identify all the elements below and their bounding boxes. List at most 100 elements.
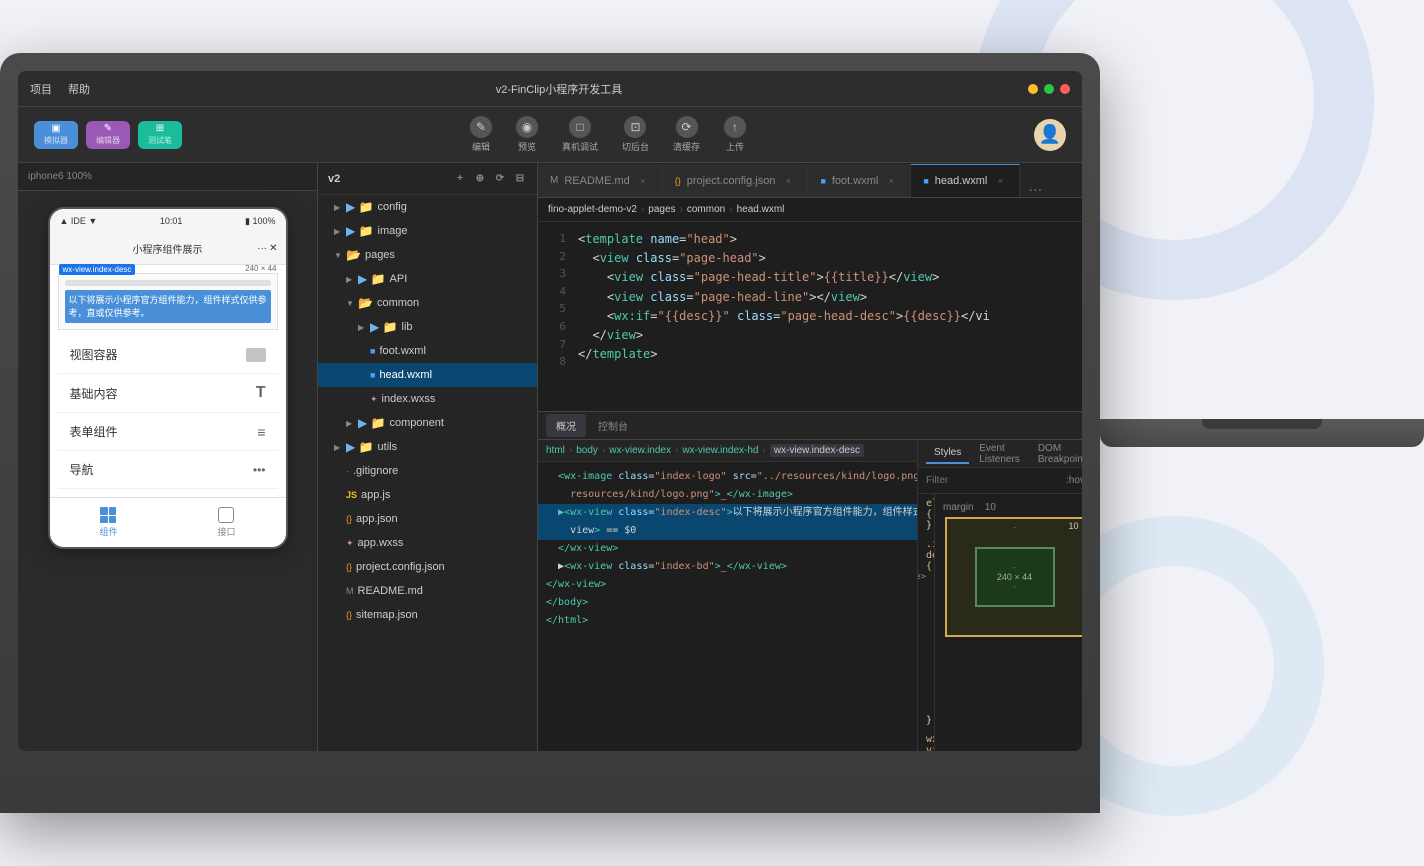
- minimize-button[interactable]: [1028, 84, 1038, 94]
- tree-common[interactable]: 📂 common: [318, 291, 537, 315]
- tree-pages[interactable]: 📂 pages: [318, 243, 537, 267]
- tree-app-js[interactable]: JS app.js: [318, 483, 537, 507]
- head-tab-close[interactable]: ×: [993, 174, 1007, 188]
- new-file-button[interactable]: +: [453, 172, 467, 186]
- test-button[interactable]: ⊞ 测试笔: [138, 121, 182, 149]
- collapse-button[interactable]: ⊟: [513, 172, 527, 186]
- phone-device: ▲ IDE ▼ 10:01 ▮ 100% 小程序组件展示 ··· ✕: [48, 207, 288, 549]
- tree-lib[interactable]: ▶ 📁 lib: [318, 315, 537, 339]
- refresh-button[interactable]: ⟳: [493, 172, 507, 186]
- dom-bc-body[interactable]: body: [576, 445, 598, 456]
- breadcrumb-pages[interactable]: pages: [648, 204, 675, 215]
- toolbar-left: ▣ 模拟器 ✎ 编辑器 ⊞ 测试笔: [34, 121, 182, 149]
- foot-tab-label: foot.wxml: [832, 175, 878, 187]
- phone-panel-header: iphone6 100%: [18, 163, 317, 191]
- tab-more-button[interactable]: ···: [1020, 181, 1050, 197]
- tree-readme[interactable]: M README.md: [318, 579, 537, 603]
- common-label: common: [377, 297, 419, 309]
- breadcrumb-sep-2: ›: [680, 204, 683, 215]
- dom-line-6: ▶<wx-view class="index-bd">_</wx-view>: [538, 558, 917, 576]
- hov-button[interactable]: :hov: [1066, 475, 1082, 486]
- user-avatar[interactable]: 👤: [1034, 119, 1066, 151]
- editor-breadcrumb: fino-applet-demo-v2 › pages › common › h…: [538, 198, 1082, 222]
- test-label: 测试笔: [148, 135, 172, 146]
- tab-head-wxml[interactable]: ■ head.wxml ×: [911, 164, 1020, 197]
- action-clear-cache[interactable]: ⟳ 清缓存: [673, 116, 700, 153]
- phone-menu-containers[interactable]: 视图容器: [58, 336, 278, 374]
- menu-help[interactable]: 帮助: [68, 81, 90, 97]
- tree-app-wxss[interactable]: ✦ app.wxss: [318, 531, 537, 555]
- tree-image[interactable]: ▶ 📁 image: [318, 219, 537, 243]
- tree-app-json[interactable]: {} app.json: [318, 507, 537, 531]
- tree-head-wxml[interactable]: ■ head.wxml: [318, 363, 537, 387]
- code-editor[interactable]: 1 2 3 4 5 6 7 8 <template name="head"> <…: [538, 222, 1082, 411]
- tree-project-config[interactable]: {} project.config.json: [318, 555, 537, 579]
- tree-index-wxss[interactable]: ✦ index.wxss: [318, 387, 537, 411]
- dom-bc-index[interactable]: wx-view.index: [609, 445, 671, 456]
- action-device-debug[interactable]: □ 真机调试: [562, 116, 598, 153]
- device-debug-icon: □: [569, 116, 591, 138]
- breadcrumb-common[interactable]: common: [687, 204, 725, 215]
- dom-bc-desc[interactable]: wx-view.index-desc: [770, 444, 864, 457]
- breadcrumb-root[interactable]: fino-applet-demo-v2: [548, 204, 637, 215]
- phone-nav-api[interactable]: 接口: [217, 507, 235, 538]
- new-folder-button[interactable]: ⊕: [473, 172, 487, 186]
- box-margin-value: 10: [1068, 521, 1078, 531]
- simulator-button[interactable]: ▣ 模拟器: [34, 121, 78, 149]
- action-preview[interactable]: ◉ 预览: [516, 116, 538, 153]
- common-folder-icon: 📂: [358, 296, 373, 310]
- line-numbers: 1 2 3 4 5 6 7 8: [538, 222, 574, 411]
- project-tab-close[interactable]: ×: [781, 174, 795, 188]
- tree-component[interactable]: ▶ 📁 component: [318, 411, 537, 435]
- lib-folder-icon: ▶ 📁: [370, 320, 398, 334]
- maximize-button[interactable]: [1044, 84, 1054, 94]
- simulator-icon: ▣: [51, 123, 60, 134]
- dom-bc-hd[interactable]: wx-view.index-hd: [682, 445, 758, 456]
- tree-config[interactable]: ▶ 📁 config: [318, 195, 537, 219]
- devtool-tab-overview[interactable]: 概况: [546, 414, 586, 437]
- dom-breakpoints-tab[interactable]: DOM Breakpoints: [1030, 440, 1082, 469]
- editor-button[interactable]: ✎ 编辑器: [86, 121, 130, 149]
- action-upload[interactable]: ↑ 上传: [724, 116, 746, 153]
- dom-tree[interactable]: <wx-image class="index-logo" src="../res…: [538, 462, 918, 636]
- tab-foot-wxml[interactable]: ■ foot.wxml ×: [808, 164, 911, 197]
- phone-nav-components[interactable]: 组件: [99, 507, 117, 538]
- foot-tab-icon: ■: [820, 176, 825, 186]
- tree-gitignore[interactable]: · .gitignore: [318, 459, 537, 483]
- tree-api[interactable]: ▶ 📁 API: [318, 267, 537, 291]
- basic-icon: T: [256, 384, 266, 402]
- dom-bc-html[interactable]: html: [546, 445, 565, 456]
- project-config-label: project.config.json: [356, 561, 445, 573]
- dom-line-9: </html>: [538, 612, 917, 630]
- styles-filter-input[interactable]: [926, 475, 1058, 486]
- tab-readme[interactable]: M README.md ×: [538, 164, 663, 197]
- phone-content: wx-view.index-desc 240 × 44 以下将展示小程序官方组件…: [50, 265, 286, 497]
- app-title: v2-FinClip小程序开发工具: [90, 81, 1028, 97]
- action-background[interactable]: ⊡ 切后台: [622, 116, 649, 153]
- devtool-tab-console[interactable]: 控制台: [588, 414, 638, 437]
- test-icon: ⊞: [156, 123, 164, 134]
- common-arrow: [346, 299, 354, 308]
- tree-sitemap[interactable]: {} sitemap.json: [318, 603, 537, 627]
- action-edit[interactable]: ✎ 编辑: [470, 116, 492, 153]
- menu-project[interactable]: 项目: [30, 81, 52, 97]
- code-content[interactable]: <template name="head"> <view class="page…: [574, 222, 1082, 411]
- phone-menu-nav[interactable]: 导航 •••: [58, 451, 278, 489]
- component-folder-icon: ▶ 📁: [358, 416, 386, 430]
- dom-line-4[interactable]: view> == $0: [538, 522, 917, 540]
- readme-tab-close[interactable]: ×: [636, 174, 650, 188]
- breadcrumb-file[interactable]: head.wxml: [737, 204, 785, 215]
- phone-selected-text: 以下将展示小程序官方组件能力，组件样式仅供参考，直或仅供参考。: [65, 290, 271, 323]
- phone-menu-basic[interactable]: 基础内容 T: [58, 374, 278, 413]
- styles-tab[interactable]: Styles: [926, 443, 969, 464]
- event-listeners-tab[interactable]: Event Listeners: [971, 440, 1028, 469]
- phone-menu-form[interactable]: 表单组件 ≡: [58, 413, 278, 451]
- tree-utils[interactable]: ▶ 📁 utils: [318, 435, 537, 459]
- dom-line-3[interactable]: ▶<wx-view class="index-desc">以下将展示小程序官方组…: [538, 504, 917, 522]
- foot-tab-close[interactable]: ×: [884, 174, 898, 188]
- close-button[interactable]: [1060, 84, 1070, 94]
- wxml-icon: ■: [370, 346, 375, 356]
- tab-project-config[interactable]: {} project.config.json ×: [663, 164, 809, 197]
- menu-nav-label: 导航: [70, 461, 94, 478]
- tree-foot-wxml[interactable]: ■ foot.wxml: [318, 339, 537, 363]
